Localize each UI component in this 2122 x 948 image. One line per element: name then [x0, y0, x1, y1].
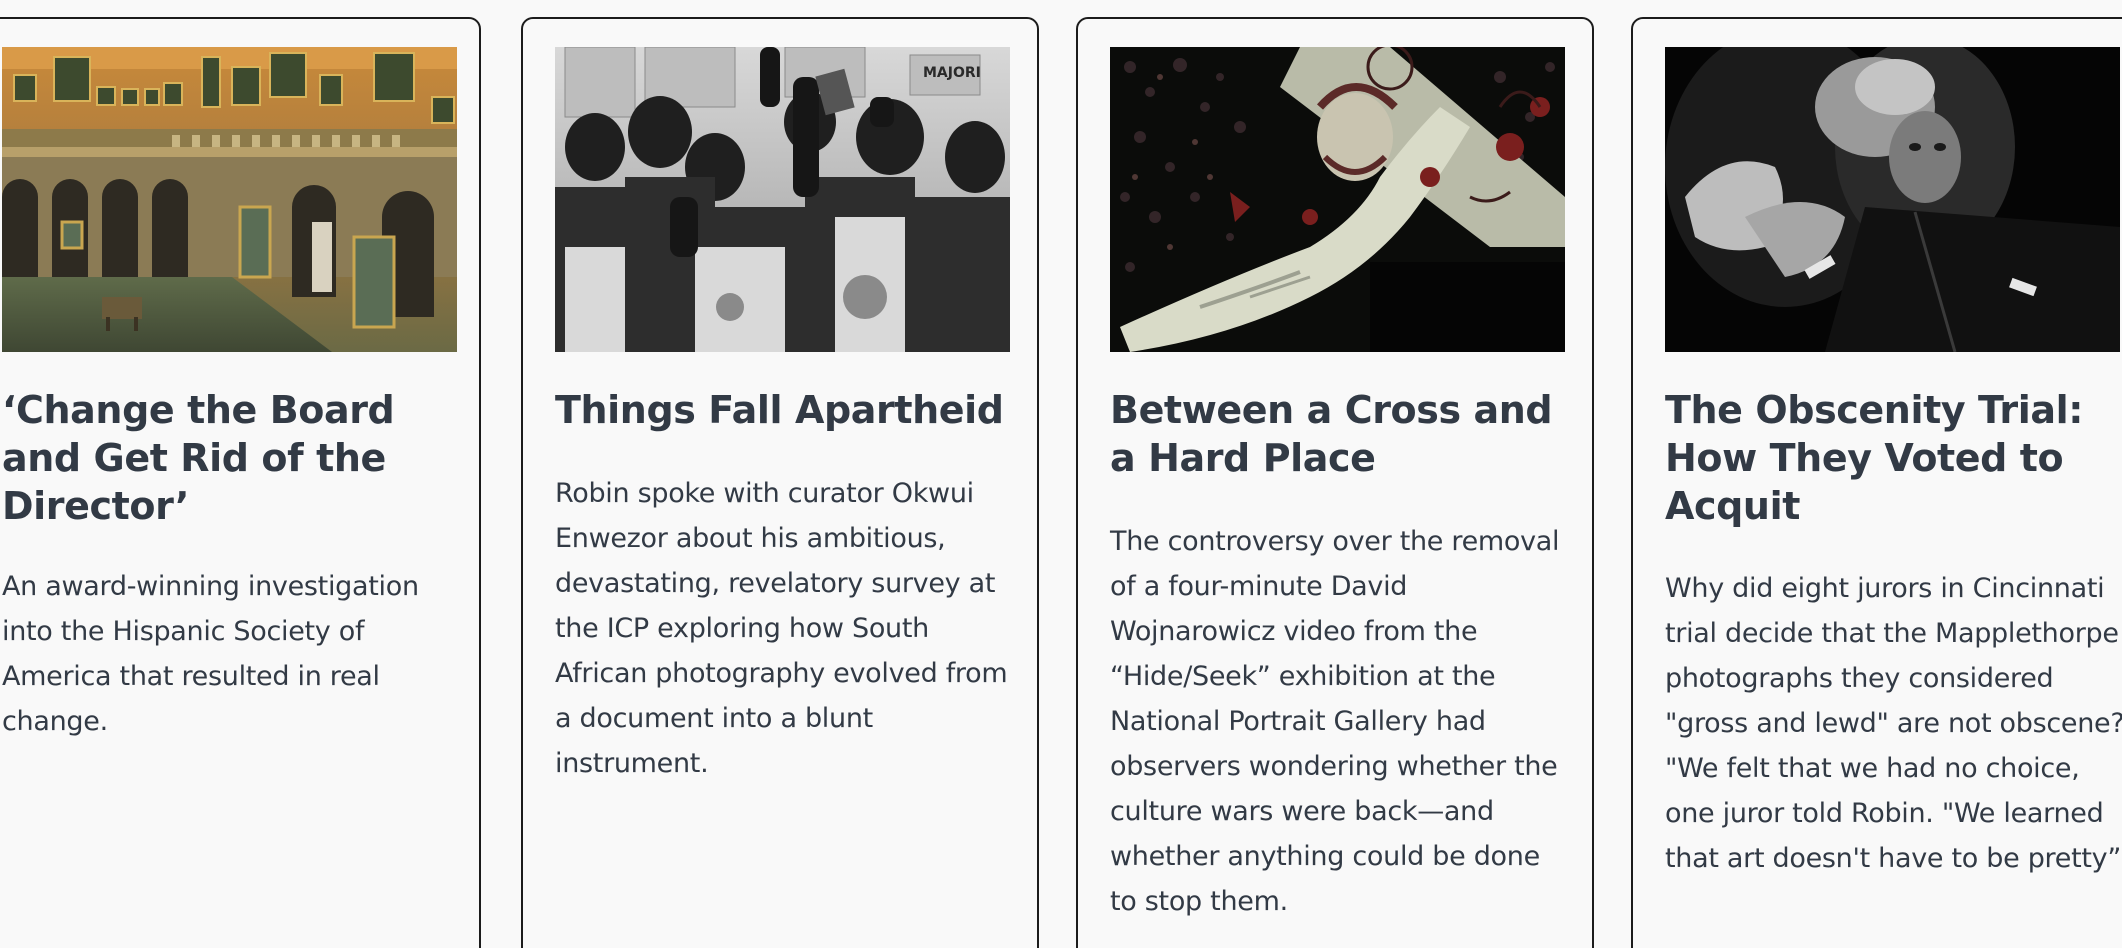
protest-crowd-illustration: MAJORI — [555, 47, 1010, 352]
article-title[interactable]: Things Fall Apartheid — [555, 386, 1017, 434]
article-description: Why did eight jurors in Cincinnati trial… — [1665, 573, 2122, 874]
article-title[interactable]: ‘Change the Board and Get Rid of the Dir… — [2, 386, 442, 530]
article-description: Robin spoke with curator Okwui Enwezor a… — [555, 478, 1008, 779]
article-card[interactable]: MAJORI Things Fall Apartheid Robin spoke… — [521, 17, 1039, 948]
article-description: An award-winning investigation into the … — [2, 571, 419, 737]
svg-text:MAJORI: MAJORI — [923, 65, 981, 81]
embrace-photo-image[interactable] — [1665, 47, 2120, 352]
article-card-row: ‘Change the Board and Get Rid of the Dir… — [0, 0, 2122, 948]
article-card[interactable]: Between a Cross and a Hard Place The con… — [1076, 17, 1594, 948]
article-title[interactable]: The Obscenity Trial: How They Voted to A… — [1665, 386, 2122, 530]
gallery-interior-image[interactable] — [2, 47, 457, 352]
crucifix-illustration — [1110, 47, 1565, 352]
crucifix-video-still-image[interactable] — [1110, 47, 1565, 352]
article-card[interactable]: The Obscenity Trial: How They Voted to A… — [1631, 17, 2122, 948]
protest-crowd-image[interactable]: MAJORI — [555, 47, 1010, 352]
article-title[interactable]: Between a Cross and a Hard Place — [1110, 386, 1572, 482]
gallery-interior-illustration — [2, 47, 457, 352]
article-description: The controversy over the removal of a fo… — [1110, 526, 1560, 917]
article-card[interactable]: ‘Change the Board and Get Rid of the Dir… — [0, 17, 481, 948]
embrace-illustration — [1665, 47, 2120, 352]
